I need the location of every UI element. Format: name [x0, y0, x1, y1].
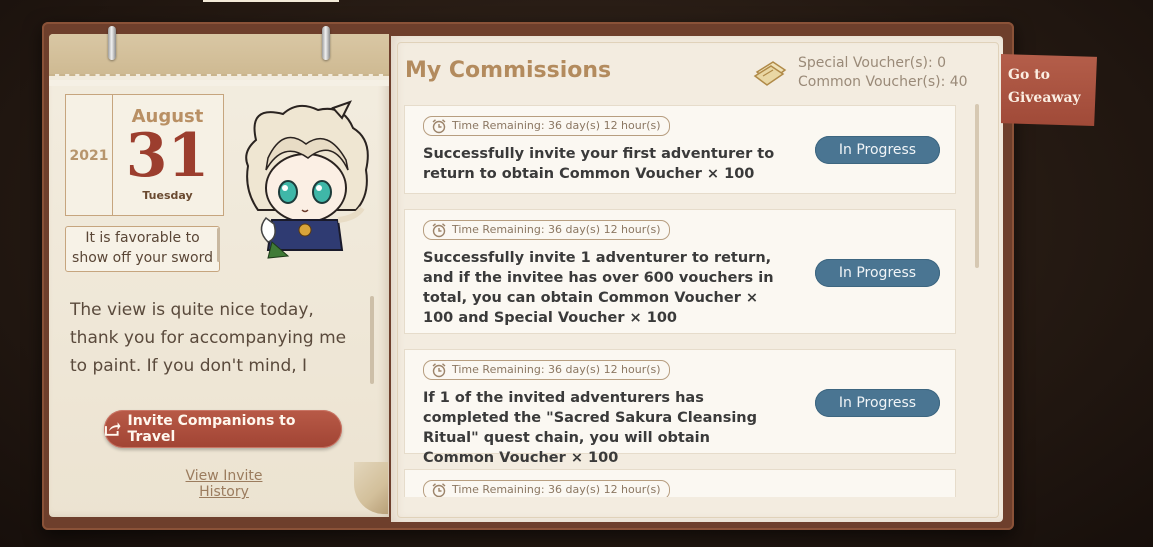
- time-remaining-text: Time Remaining: 36 day(s) 12 hour(s): [452, 483, 661, 496]
- torn-edge: [49, 74, 389, 86]
- invite-companions-button[interactable]: Invite Companions to Travel: [104, 410, 342, 448]
- go-to-giveaway-tab[interactable]: Go to Giveaway: [1001, 54, 1097, 126]
- time-remaining-badge: Time Remaining: 36 day(s) 12 hour(s): [423, 360, 670, 380]
- time-remaining-badge: Time Remaining: 36 day(s) 12 hour(s): [423, 116, 670, 136]
- commission-card: Time Remaining: 36 day(s) 12 hour(s): [404, 469, 956, 497]
- commission-description: Successfully invite your first adventure…: [423, 146, 775, 182]
- in-progress-button[interactable]: In Progress: [815, 259, 940, 287]
- commissions-scrollbar[interactable]: [975, 104, 979, 268]
- alarm-clock-icon: [432, 119, 446, 134]
- page-title: My Commissions: [405, 58, 612, 83]
- time-remaining-text: Time Remaining: 36 day(s) 12 hour(s): [452, 363, 661, 376]
- binder-ring-right-icon: [322, 26, 330, 60]
- alarm-clock-icon: [432, 363, 446, 378]
- time-remaining-badge: Time Remaining: 36 day(s) 12 hour(s): [423, 220, 670, 240]
- time-remaining-text: Time Remaining: 36 day(s) 12 hour(s): [452, 223, 661, 236]
- character-quote: The view is quite nice today, thank you …: [70, 300, 347, 376]
- share-icon: [104, 422, 121, 436]
- special-voucher-count: Special Voucher(s): 0: [798, 55, 947, 71]
- invite-button-label: Invite Companions to Travel: [127, 413, 296, 445]
- commission-description: If 1 of the invited adventurers has comp…: [423, 390, 758, 466]
- quote-scrollbar[interactable]: [370, 296, 374, 384]
- calendar-weekday: Tuesday: [142, 189, 193, 202]
- binder-ring-left-icon: [108, 26, 116, 60]
- time-remaining-text: Time Remaining: 36 day(s) 12 hour(s): [452, 119, 661, 132]
- fortune-text: It is favorable to show off your sword s…: [72, 230, 213, 271]
- in-progress-button[interactable]: In Progress: [815, 389, 940, 417]
- view-invite-history-link[interactable]: View Invite History: [161, 468, 287, 500]
- common-voucher-count: Common Voucher(s): 40: [798, 74, 968, 90]
- commission-card: Time Remaining: 36 day(s) 12 hour(s) Suc…: [404, 209, 956, 334]
- character-avatar-icon: [245, 100, 369, 259]
- calendar-year: 2021: [69, 148, 109, 164]
- commission-card: Time Remaining: 36 day(s) 12 hour(s) If …: [404, 349, 956, 466]
- calendar-day: 31: [125, 121, 210, 191]
- alarm-clock-icon: [432, 223, 446, 238]
- commission-card: Time Remaining: 36 day(s) 12 hour(s) Suc…: [404, 105, 956, 194]
- voucher-icon: [753, 61, 787, 86]
- commission-description: Successfully invite 1 adventurer to retu…: [423, 250, 774, 326]
- in-progress-button[interactable]: In Progress: [815, 136, 940, 164]
- time-remaining-badge: Time Remaining: 36 day(s) 12 hour(s): [423, 480, 670, 497]
- fortune-box[interactable]: It is favorable to show off your sword s…: [65, 226, 220, 272]
- top-strip: [203, 0, 339, 2]
- alarm-clock-icon: [432, 483, 446, 497]
- fortune-scrollbar[interactable]: [217, 228, 220, 262]
